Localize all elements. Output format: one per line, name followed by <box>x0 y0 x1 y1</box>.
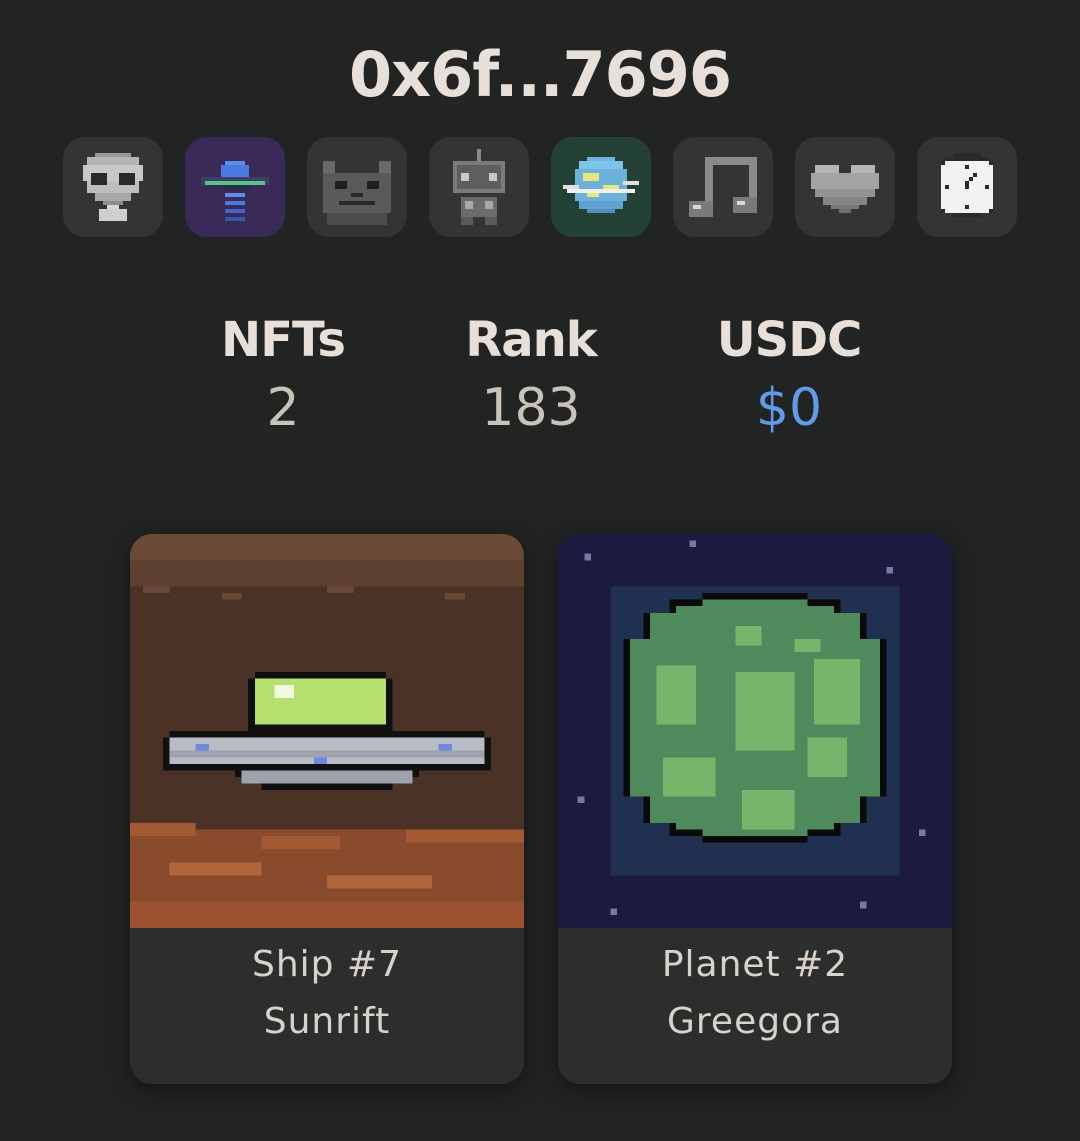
badge-cat[interactable] <box>307 137 407 237</box>
stat-nfts-label: NFTs <box>221 312 346 368</box>
stat-rank-value: 183 <box>481 378 581 438</box>
planet-icon <box>563 157 639 213</box>
alien-icon <box>83 153 143 221</box>
ufo-art <box>130 534 524 928</box>
ufo-icon <box>201 161 269 221</box>
planet-art <box>558 534 952 928</box>
badge-music[interactable] <box>673 137 773 237</box>
badge-heart[interactable] <box>795 137 895 237</box>
badge-clock[interactable] <box>917 137 1017 237</box>
badge-alien[interactable] <box>63 137 163 237</box>
stat-usdc-value[interactable]: $0 <box>669 378 909 438</box>
stat-rank: Rank 183 <box>411 312 651 438</box>
nft-card-planet-title: Planet #2 <box>661 944 849 985</box>
nft-card-ship-subtitle: Sunrift <box>263 1001 391 1042</box>
stat-nfts-value: 2 <box>266 378 300 438</box>
nft-card-ship[interactable]: Ship #7 Sunrift <box>130 534 524 1084</box>
stat-usdc-label: USDC <box>716 312 863 368</box>
stat-nfts: NFTs 2 <box>163 312 403 438</box>
nft-card-planet-subtitle: Greegora <box>667 1001 843 1042</box>
badge-row <box>63 137 1017 237</box>
badge-ufo[interactable] <box>185 137 285 237</box>
profile-page: 0x6f...7696 NFTs 2 Rank 183 USDC $0 Ship… <box>0 0 1080 1141</box>
nft-card-ship-title: Ship #7 <box>251 944 403 985</box>
stat-rank-label: Rank <box>465 312 597 368</box>
music-note-icon <box>689 157 757 217</box>
cat-icon <box>323 161 391 225</box>
wallet-address[interactable]: 0x6f...7696 <box>0 38 1080 111</box>
badge-planet[interactable] <box>551 137 651 237</box>
nft-card-planet[interactable]: Planet #2 Greegora <box>558 534 952 1084</box>
heart-icon <box>811 165 879 213</box>
robot-icon <box>453 149 505 225</box>
badge-robot[interactable] <box>429 137 529 237</box>
clock-icon <box>941 153 993 217</box>
stat-usdc: USDC $0 <box>669 312 909 438</box>
